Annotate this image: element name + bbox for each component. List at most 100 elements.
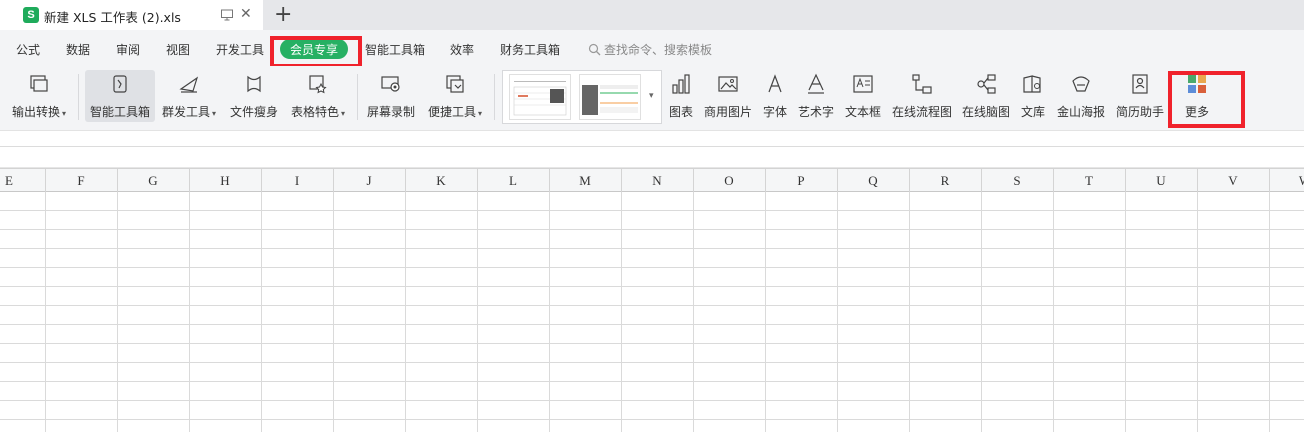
new-tab-button[interactable]: + bbox=[274, 2, 292, 27]
menu-formula[interactable]: 公式 bbox=[16, 41, 40, 58]
image-icon bbox=[716, 72, 740, 96]
command-search-placeholder: 查找命令、搜索模板 bbox=[604, 43, 713, 57]
column-header-t[interactable]: T bbox=[1053, 173, 1125, 189]
menu-smart-toolbox[interactable]: 智能工具箱 bbox=[365, 41, 425, 58]
output-convert-button[interactable]: 输出转换 ▾ bbox=[8, 66, 70, 126]
column-header-v[interactable]: V bbox=[1197, 173, 1269, 189]
column-header-r[interactable]: R bbox=[909, 173, 981, 189]
resume-icon bbox=[1128, 72, 1152, 96]
art-text-button[interactable]: 艺术字 bbox=[796, 66, 836, 126]
column-header-k[interactable]: K bbox=[405, 173, 477, 189]
column-header-m[interactable]: M bbox=[549, 173, 621, 189]
more-button[interactable]: 更多 bbox=[1180, 66, 1214, 126]
quick-tools-label: 便捷工具 bbox=[427, 105, 476, 119]
template-thumbnail[interactable] bbox=[509, 74, 571, 120]
divider bbox=[78, 74, 79, 120]
text-box-icon bbox=[851, 72, 875, 96]
column-header-i[interactable]: I bbox=[261, 173, 333, 189]
smart-toolbox-label: 智能工具箱 bbox=[89, 105, 150, 119]
screen-record-button[interactable]: 屏幕录制 bbox=[364, 66, 418, 126]
gallery-expand-icon[interactable]: ▾ bbox=[649, 91, 654, 101]
menu-vip-exclusive[interactable]: 会员专享 bbox=[280, 39, 348, 59]
quick-tools-button[interactable]: 便捷工具 ▾ bbox=[424, 66, 486, 126]
chart-button[interactable]: 图表 bbox=[666, 66, 696, 126]
table-feature-button[interactable]: 表格特色 ▾ bbox=[288, 66, 348, 126]
output-convert-icon bbox=[27, 72, 51, 96]
resume-label: 简历助手 bbox=[1115, 105, 1164, 119]
document-tab[interactable]: S 新建 XLS 工作表 (2).xls ✕ bbox=[0, 0, 263, 30]
menu-efficiency[interactable]: 效率 bbox=[450, 41, 474, 58]
menu-developer-tools[interactable]: 开发工具 bbox=[216, 41, 264, 58]
menu-review[interactable]: 审阅 bbox=[116, 41, 140, 58]
menu-view[interactable]: 视图 bbox=[166, 41, 190, 58]
quick-tools-icon bbox=[443, 72, 467, 96]
screen-record-label: 屏幕录制 bbox=[366, 105, 415, 119]
column-header-q[interactable]: Q bbox=[837, 173, 909, 189]
column-header-h[interactable]: H bbox=[189, 173, 261, 189]
close-tab-icon[interactable]: ✕ bbox=[240, 6, 252, 22]
smart-toolbox-button[interactable]: 智能工具箱 bbox=[85, 70, 155, 122]
art-text-icon bbox=[804, 72, 828, 96]
column-header-e[interactable]: E bbox=[0, 173, 45, 189]
template-thumbnail[interactable] bbox=[579, 74, 641, 120]
file-slim-button[interactable]: 文件瘦身 bbox=[228, 66, 280, 126]
group-send-label: 群发工具 bbox=[161, 105, 210, 119]
column-header-row: EFGHIJKLMNOPQRSTUVW bbox=[0, 168, 1304, 193]
text-box-button[interactable]: 文本框 bbox=[842, 66, 884, 126]
column-header-o[interactable]: O bbox=[693, 173, 765, 189]
menu-data[interactable]: 数据 bbox=[66, 41, 90, 58]
column-header-s[interactable]: S bbox=[981, 173, 1053, 189]
column-header-w[interactable]: W bbox=[1269, 173, 1304, 189]
library-icon bbox=[1021, 72, 1045, 96]
poster-icon bbox=[1069, 72, 1093, 96]
column-header-j[interactable]: J bbox=[333, 173, 405, 189]
template-gallery[interactable]: ▾ bbox=[502, 70, 662, 124]
chevron-down-icon: ▾ bbox=[212, 109, 217, 118]
ribbon-toolbar: 输出转换 ▾ 智能工具箱 群发工具 ▾ 文件瘦身 表格特色 ▾ 屏幕录制 便捷工… bbox=[0, 66, 1304, 130]
screen-record-icon bbox=[379, 72, 403, 96]
resume-button[interactable]: 简历助手 bbox=[1114, 66, 1166, 126]
command-search[interactable]: 查找命令、搜索模板 bbox=[588, 41, 712, 58]
file-slim-label: 文件瘦身 bbox=[229, 105, 278, 119]
poster-button[interactable]: 金山海报 bbox=[1054, 66, 1108, 126]
table-feature-label: 表格特色 bbox=[290, 105, 339, 119]
group-send-button[interactable]: 群发工具 ▾ bbox=[160, 66, 218, 126]
output-convert-label: 输出转换 bbox=[11, 105, 60, 119]
library-label: 文库 bbox=[1020, 105, 1045, 119]
search-icon bbox=[588, 43, 601, 56]
chevron-down-icon: ▾ bbox=[341, 109, 346, 118]
wps-sheet-icon: S bbox=[23, 7, 39, 23]
column-header-l[interactable]: L bbox=[477, 173, 549, 189]
smart-toolbox-icon bbox=[108, 72, 132, 96]
library-button[interactable]: 文库 bbox=[1018, 66, 1048, 126]
font-label: 字体 bbox=[762, 105, 787, 119]
divider bbox=[357, 74, 358, 120]
online-flowchart-label: 在线流程图 bbox=[891, 105, 952, 119]
flowchart-icon bbox=[910, 72, 934, 96]
chevron-down-icon: ▾ bbox=[478, 109, 483, 118]
file-slim-icon bbox=[242, 72, 266, 96]
monitor-icon[interactable] bbox=[220, 8, 234, 22]
column-header-n[interactable]: N bbox=[621, 173, 693, 189]
font-button[interactable]: 字体 bbox=[760, 66, 790, 126]
group-send-icon bbox=[177, 72, 201, 96]
column-header-u[interactable]: U bbox=[1125, 173, 1197, 189]
commercial-image-button[interactable]: 商用图片 bbox=[702, 66, 754, 126]
ribbon-bottom-gap bbox=[0, 130, 1304, 146]
column-header-f[interactable]: F bbox=[45, 173, 117, 189]
online-flowchart-button[interactable]: 在线流程图 bbox=[890, 66, 954, 126]
cell-grid[interactable] bbox=[0, 192, 1304, 432]
title-tab-bar: S 新建 XLS 工作表 (2).xls ✕ + bbox=[0, 0, 1304, 30]
online-mindmap-button[interactable]: 在线脑图 bbox=[960, 66, 1012, 126]
more-apps-icon bbox=[1185, 72, 1209, 96]
column-header-p[interactable]: P bbox=[765, 173, 837, 189]
menu-finance-toolbox[interactable]: 财务工具箱 bbox=[500, 41, 560, 58]
formula-bar[interactable] bbox=[0, 146, 1304, 168]
column-header-g[interactable]: G bbox=[117, 173, 189, 189]
poster-label: 金山海报 bbox=[1056, 105, 1105, 119]
document-title: 新建 XLS 工作表 (2).xls bbox=[44, 10, 181, 25]
divider bbox=[494, 74, 495, 120]
art-text-label: 艺术字 bbox=[797, 105, 834, 119]
text-box-label: 文本框 bbox=[844, 105, 881, 119]
table-feature-icon bbox=[306, 72, 330, 96]
